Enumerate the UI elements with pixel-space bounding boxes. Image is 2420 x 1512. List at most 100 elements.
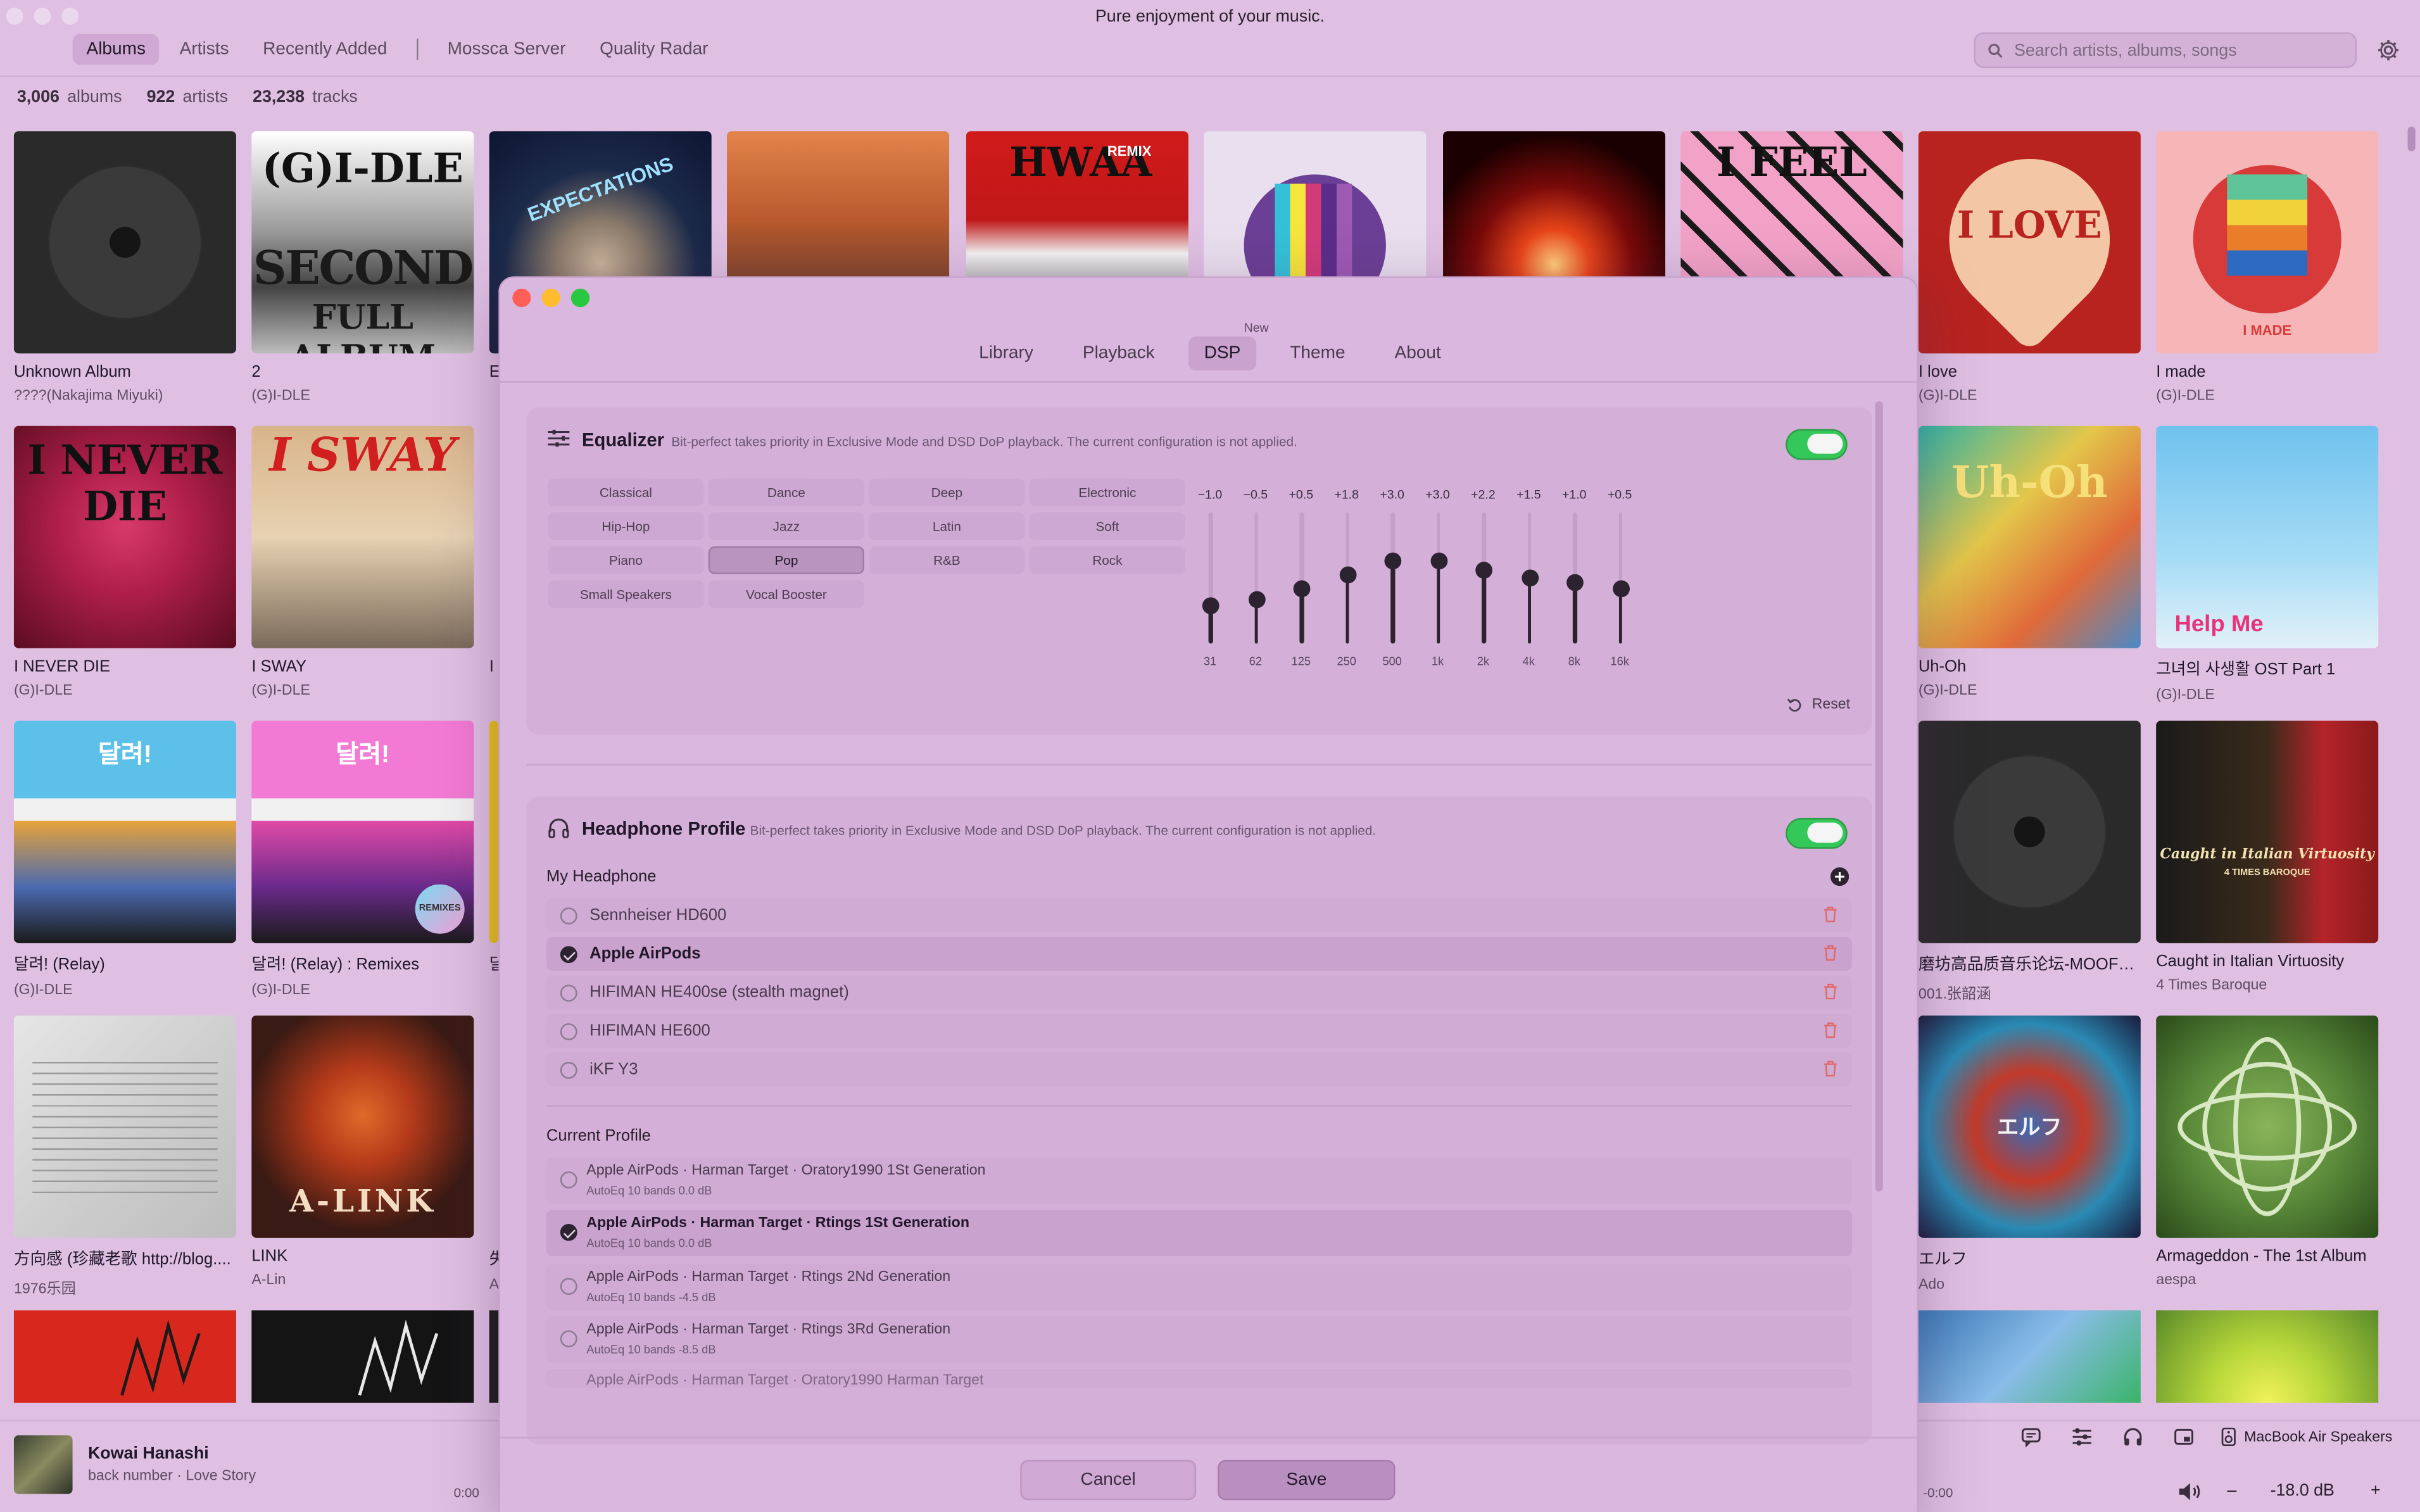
preset-soft[interactable]: Soft xyxy=(1029,512,1185,541)
preset-hip-hop[interactable]: Hip-Hop xyxy=(548,512,704,541)
radio-button[interactable] xyxy=(560,1171,577,1188)
album-artist[interactable]: (G)I-DLE xyxy=(2156,387,2381,405)
radio-button[interactable] xyxy=(560,1022,577,1040)
volume-down-button[interactable]: – xyxy=(2227,1482,2236,1500)
album-card[interactable]: Uh-Oh Uh-Oh (G)I-DLE xyxy=(1918,425,2144,699)
headphone-row[interactable]: Sennheiser HD600 xyxy=(546,898,1852,933)
now-playing-subtitle[interactable]: back number · Love Story xyxy=(88,1468,256,1485)
eq-slider-knob[interactable] xyxy=(1521,569,1538,586)
album-card[interactable]: A-LINK LINK A-Lin xyxy=(251,1015,477,1289)
album-card[interactable]: エルフ エルフ Ado xyxy=(1918,1015,2144,1294)
album-artist[interactable]: 4 Times Baroque xyxy=(2156,977,2381,994)
album-artist[interactable]: (G)I-DLE xyxy=(1919,682,2144,699)
album-cover[interactable] xyxy=(13,1310,236,1403)
headphone-row[interactable]: HIFIMAN HE600 xyxy=(546,1014,1852,1049)
headphone-profile-toggle[interactable] xyxy=(1786,817,1848,849)
nav-tab-artists[interactable]: Artists xyxy=(166,34,243,65)
preset-latin[interactable]: Latin xyxy=(869,512,1025,541)
eq-slider-knob[interactable] xyxy=(1430,553,1447,570)
equalizer-toggle[interactable] xyxy=(1786,429,1848,460)
volume-up-button[interactable]: + xyxy=(2371,1482,2381,1500)
tab-playback[interactable]: Playback xyxy=(1067,336,1170,370)
album-artist[interactable]: (G)I-DLE xyxy=(2156,687,2381,704)
preset-pop[interactable]: Pop xyxy=(708,546,864,574)
preset-small-speakers[interactable]: Small Speakers xyxy=(548,580,704,608)
album-card[interactable]: 달려! 달려! (Relay) (G)I-DLE xyxy=(13,721,239,999)
eq-slider-knob[interactable] xyxy=(1293,580,1311,598)
eq-slider-knob[interactable] xyxy=(1475,562,1493,579)
preset-rnb[interactable]: R&B xyxy=(869,546,1025,574)
trash-icon[interactable] xyxy=(1823,1061,1838,1078)
album-card[interactable]: Unknown Album ????(Nakajima Miyuki) xyxy=(13,131,239,405)
trash-icon[interactable] xyxy=(1823,945,1838,962)
trash-icon[interactable] xyxy=(1823,906,1838,923)
album-card[interactable]: Help Me 그녀의 사생활 OST Part 1 (G)I-DLE xyxy=(2156,425,2381,704)
output-device-button[interactable]: MacBook Air Speakers xyxy=(2221,1427,2392,1446)
equalizer-icon[interactable] xyxy=(2071,1426,2093,1447)
album-artist[interactable]: (G)I-DLE xyxy=(251,682,477,699)
nav-tab-quality-radar[interactable]: Quality Radar xyxy=(586,34,722,65)
eq-slider-knob[interactable] xyxy=(1247,591,1265,608)
preset-vocal-booster[interactable]: Vocal Booster xyxy=(708,580,864,608)
preset-classical[interactable]: Classical xyxy=(548,478,704,507)
eq-slider-knob[interactable] xyxy=(1611,580,1629,598)
album-cover[interactable] xyxy=(251,1310,474,1403)
dialog-scrollbar[interactable] xyxy=(1875,401,1883,1192)
radio-button[interactable] xyxy=(560,1278,577,1295)
volume-icon[interactable] xyxy=(2177,1482,2202,1502)
album-card[interactable]: Armageddon - The 1st Album aespa xyxy=(2156,1015,2381,1289)
eq-slider-knob[interactable] xyxy=(1202,596,1219,614)
album-card[interactable]: I NEVER DIE I NEVER DIE (G)I-DLE xyxy=(13,425,239,699)
album-card[interactable]: 方向感 (珍藏老歌 http://blog.... 1976乐园 xyxy=(13,1015,239,1298)
tab-theme[interactable]: Theme xyxy=(1275,336,1361,370)
preset-jazz[interactable]: Jazz xyxy=(708,512,864,541)
library-scrollbar[interactable] xyxy=(2407,126,2416,151)
mini-player-icon[interactable] xyxy=(2173,1426,2195,1447)
album-card[interactable]: I SWAY I SWAY (G)I-DLE xyxy=(251,425,477,699)
tab-dsp[interactable]: DSP xyxy=(1188,336,1256,370)
album-artist[interactable]: 001.张韶涵 xyxy=(1919,981,2144,1004)
eq-slider-knob[interactable] xyxy=(1384,553,1402,570)
album-card[interactable]: Caught in Italian Virtuosity 4 TIMES BAR… xyxy=(2156,721,2381,994)
album-artist[interactable]: ????(Nakajima Miyuki) xyxy=(14,387,239,405)
album-card[interactable]: 달려! REMIXES 달려! (Relay) : Remixes (G)I-D… xyxy=(251,721,477,999)
headphones-icon[interactable] xyxy=(2122,1426,2144,1447)
dialog-zoom-button[interactable] xyxy=(570,288,590,308)
album-artist[interactable]: A-Lin xyxy=(251,1272,477,1289)
album-card[interactable]: I LOVE I love (G)I-DLE xyxy=(1918,131,2144,405)
album-artist[interactable]: 1976乐园 xyxy=(14,1276,239,1298)
radio-button[interactable] xyxy=(560,1330,577,1347)
album-cover[interactable] xyxy=(1918,1310,2141,1403)
gear-icon[interactable] xyxy=(2377,39,2400,62)
radio-button[interactable] xyxy=(560,1223,577,1241)
dialog-minimize-button[interactable] xyxy=(541,288,560,308)
preset-piano[interactable]: Piano xyxy=(548,546,704,574)
album-artist[interactable]: (G)I-DLE xyxy=(14,682,239,699)
profile-row[interactable]: Apple AirPods · Harman Target · Oratory1… xyxy=(546,1369,1852,1388)
profile-row[interactable]: Apple AirPods · Harman Target · Rtings 2… xyxy=(546,1264,1852,1311)
preset-electronic[interactable]: Electronic xyxy=(1029,478,1185,507)
album-artist[interactable]: Ado xyxy=(1919,1276,2144,1294)
trash-icon[interactable] xyxy=(1823,983,1838,1000)
profile-row[interactable]: Apple AirPods · Harman Target · Rtings 1… xyxy=(546,1210,1852,1257)
album-cover[interactable] xyxy=(489,1310,499,1403)
radio-button[interactable] xyxy=(560,983,577,1001)
tab-library[interactable]: Library xyxy=(964,336,1049,370)
album-card[interactable]: (G)I-DLE SECOND FULL ALBUM 2 (G)I-DLE xyxy=(251,131,477,405)
album-cover[interactable] xyxy=(2156,1310,2379,1403)
tab-about[interactable]: About xyxy=(1379,336,1456,370)
nav-tab-albums[interactable]: Albums xyxy=(72,34,160,65)
eq-slider-knob[interactable] xyxy=(1339,565,1356,583)
album-card[interactable]: 磨坊高品质音乐论坛-MOOFEE... 001.张韶涵 xyxy=(1918,721,2144,1004)
profile-row[interactable]: Apple AirPods · Harman Target · Oratory1… xyxy=(546,1157,1852,1204)
trash-icon[interactable] xyxy=(1823,1022,1838,1039)
headphone-row[interactable]: Apple AirPods xyxy=(546,936,1852,971)
preset-rock[interactable]: Rock xyxy=(1029,546,1185,574)
search-input[interactable]: Search artists, albums, songs xyxy=(1974,32,2357,68)
album-card[interactable]: I MADE I made (G)I-DLE xyxy=(2156,131,2381,405)
preset-dance[interactable]: Dance xyxy=(708,478,864,507)
eq-slider-knob[interactable] xyxy=(1566,574,1584,592)
album-artist[interactable]: aespa xyxy=(2156,1272,2381,1289)
album-artist[interactable]: (G)I-DLE xyxy=(14,981,239,999)
dialog-close-button[interactable] xyxy=(512,288,531,308)
